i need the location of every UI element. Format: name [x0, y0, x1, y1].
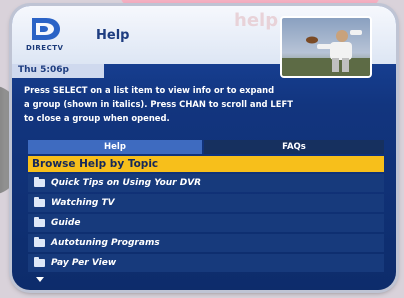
list-item-label: Watching TV [51, 198, 115, 208]
folder-icon [34, 177, 45, 187]
tab-help[interactable]: Help [28, 140, 202, 154]
section-watermark: help [234, 10, 279, 31]
list-item-quick-tips[interactable]: Quick Tips on Using Your DVR [28, 174, 384, 192]
folder-icon [34, 237, 45, 247]
clock-bar: Thu 5:06p [12, 64, 104, 78]
list-item-pay-per-view[interactable]: Pay Per View [28, 254, 384, 272]
instructions-text: Press SELECT on a list item to view info… [24, 83, 324, 125]
folder-icon [34, 197, 45, 207]
header-photo [280, 16, 372, 78]
instruction-line: to close a group when opened. [24, 113, 170, 123]
page-title: Help [96, 28, 130, 43]
list-item-guide[interactable]: Guide [28, 214, 384, 232]
help-topic-list: Browse Help by Topic Quick Tips on Using… [28, 156, 384, 274]
clock-time: Thu 5:06p [18, 65, 69, 75]
tab-faqs[interactable]: FAQs [204, 140, 384, 154]
list-item-autotuning[interactable]: Autotuning Programs [28, 234, 384, 252]
folder-icon [34, 257, 45, 267]
tab-bar: Help FAQs [28, 140, 384, 154]
list-item-label: Pay Per View [51, 258, 117, 268]
list-item-label: Autotuning Programs [51, 238, 160, 248]
list-item-watching-tv[interactable]: Watching TV [28, 194, 384, 212]
directv-logo-icon [32, 18, 60, 40]
list-item-label: Quick Tips on Using Your DVR [51, 178, 202, 188]
instruction-line: Press SELECT on a list item to view info… [24, 85, 275, 95]
folder-icon [34, 217, 45, 227]
tv-screen: DIRECTV Help help Thu 5:06p Press SELECT… [12, 6, 396, 290]
scroll-down-arrow-icon[interactable] [36, 277, 44, 282]
list-heading-browse-help[interactable]: Browse Help by Topic [28, 156, 384, 172]
list-item-label: Guide [51, 218, 81, 228]
football-player-image [282, 30, 370, 76]
header: DIRECTV Help help [12, 6, 396, 78]
instruction-line: a group (shown in italics). Press CHAN t… [24, 99, 293, 109]
brand-logo-text: DIRECTV [26, 44, 64, 52]
